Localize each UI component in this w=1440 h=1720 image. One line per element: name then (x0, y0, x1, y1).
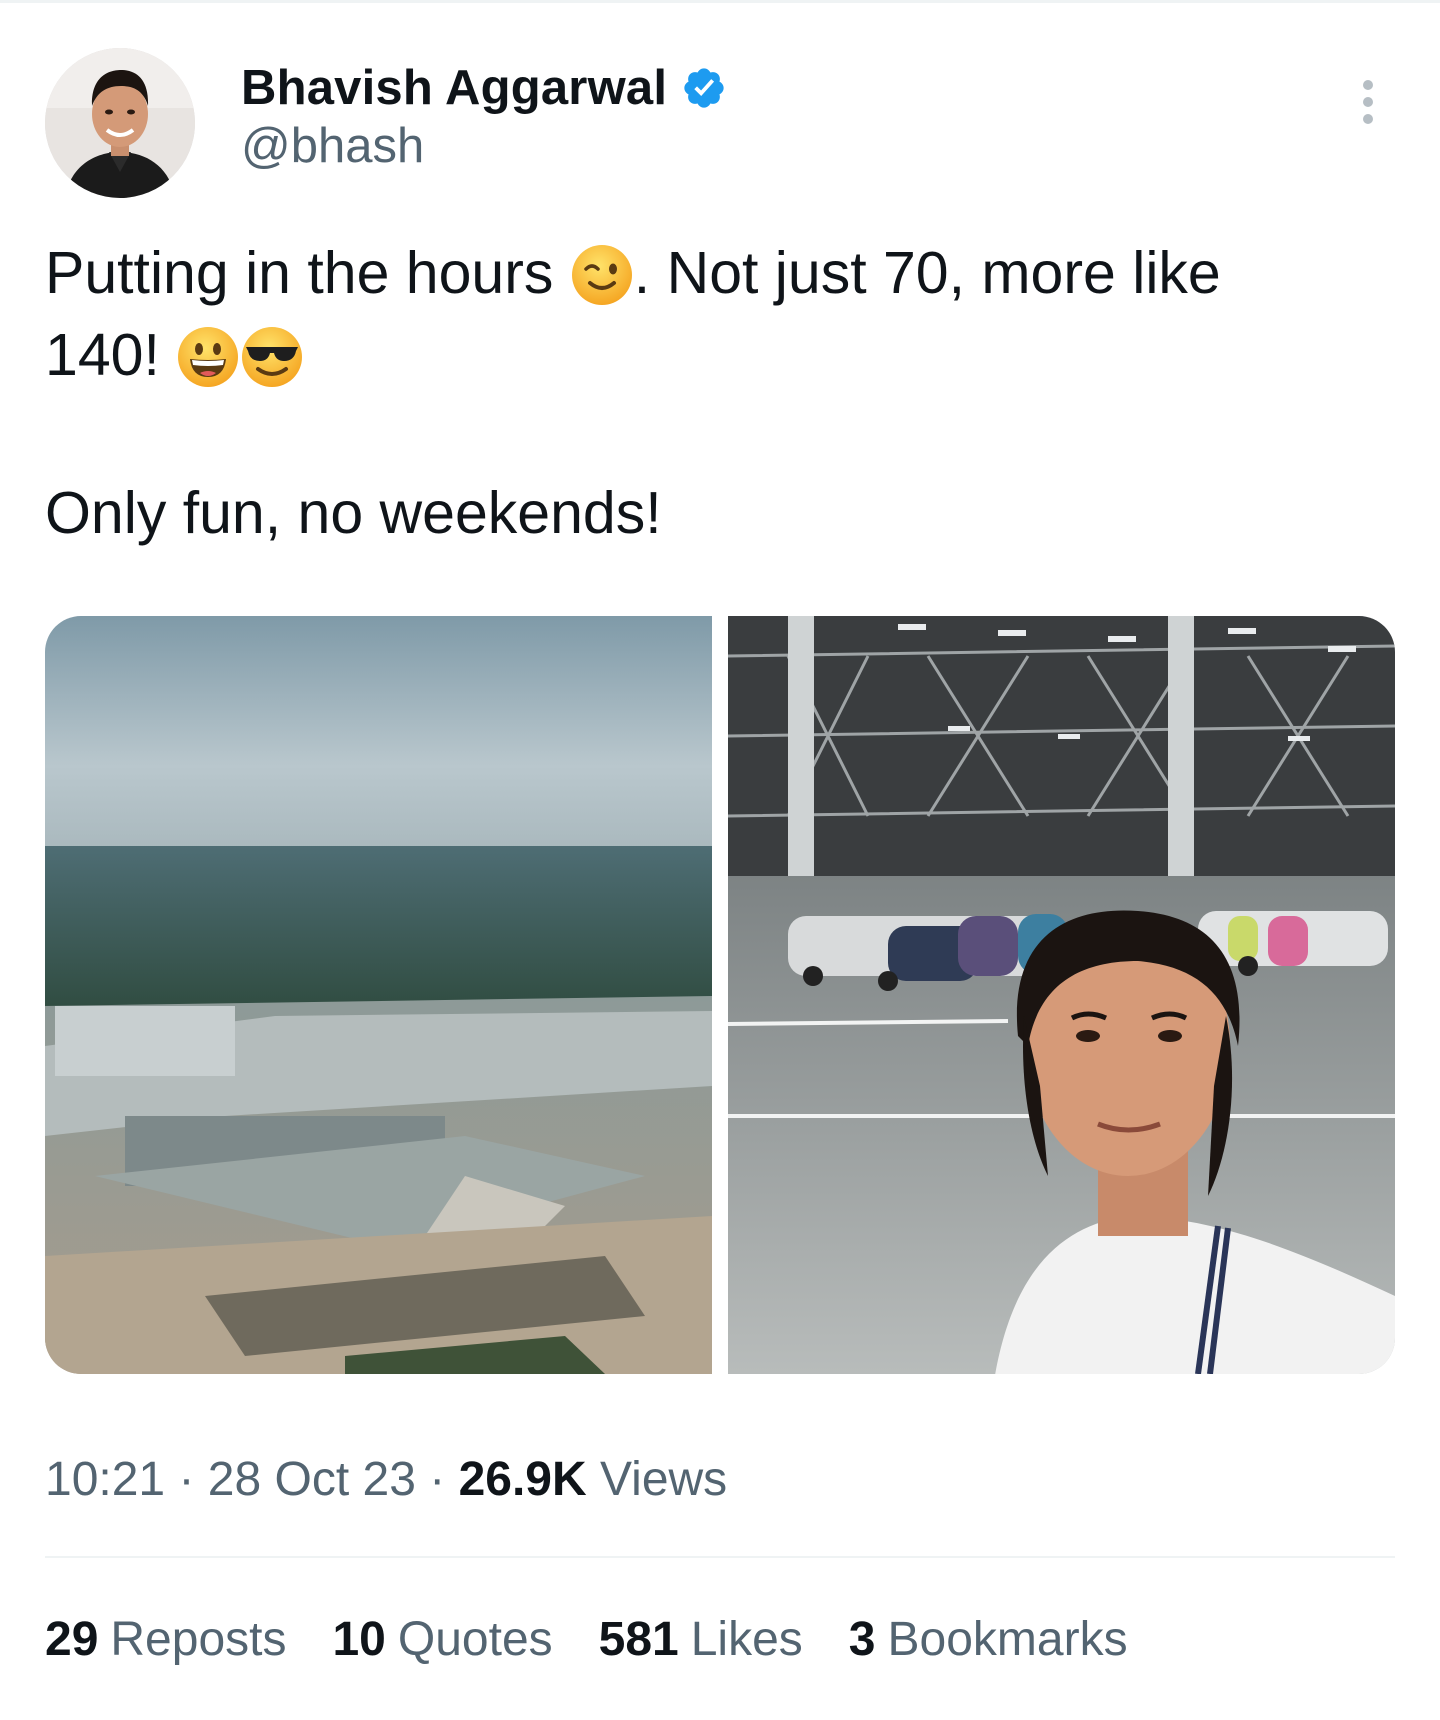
verified-badge-icon[interactable] (681, 65, 727, 111)
stat-count: 10 (332, 1613, 386, 1666)
tweet-time[interactable]: 10:21 (45, 1453, 165, 1506)
meta-separator: · (415, 1453, 459, 1506)
stat-label: Likes (690, 1613, 803, 1666)
stat-label: Quotes (397, 1613, 553, 1666)
tweet-date[interactable]: 28 Oct 23 (208, 1453, 416, 1506)
views-count: 26.9K (458, 1453, 587, 1506)
tweet-meta: 10:21 · 28 Oct 23 · 26.9K Views (45, 1452, 727, 1507)
stat-quotes[interactable]: 10 Quotes (332, 1612, 552, 1667)
tweet-text-line-2: 140! (45, 314, 1345, 396)
more-options-icon[interactable] (1356, 80, 1380, 134)
tweet-header: Bhavish Aggarwal @bhash (45, 48, 1395, 198)
author-block: Bhavish Aggarwal @bhash (241, 58, 727, 174)
stat-label: Reposts (110, 1613, 287, 1666)
tweet-text-part-1: Putting in the hours (45, 240, 554, 306)
meta-separator: · (165, 1453, 208, 1506)
author-name-row: Bhavish Aggarwal (241, 58, 727, 118)
tweet-text: Putting in the hours . Not just 70, more… (45, 232, 1345, 554)
stat-count: 29 (45, 1613, 99, 1666)
tweet-text-paragraph-2: Only fun, no weekends! (45, 480, 662, 546)
grinning-face-emoji (176, 325, 240, 389)
stat-reposts[interactable]: 29 Reposts (45, 1612, 286, 1667)
stat-count: 581 (598, 1613, 679, 1666)
author-display-name[interactable]: Bhavish Aggarwal (241, 60, 667, 116)
smiling-face-with-sunglasses-emoji (240, 325, 304, 389)
tweet-stats: 29 Reposts 10 Quotes 581 Likes 3 Bookmarks (45, 1612, 1174, 1667)
views-label: Views (600, 1453, 728, 1506)
media-photo-aerial-site[interactable] (45, 616, 712, 1374)
media-photo-factory-selfie[interactable] (728, 616, 1395, 1374)
stat-likes[interactable]: 581 Likes (599, 1612, 803, 1667)
tweet: Bhavish Aggarwal @bhash Putting in the h… (0, 0, 1440, 1720)
tweet-media (45, 616, 1395, 1374)
author-handle[interactable]: @bhash (241, 118, 727, 174)
tweet-text-part-2: . Not just 70, more like (633, 240, 1221, 306)
stat-bookmarks[interactable]: 3 Bookmarks (849, 1612, 1128, 1667)
stat-label: Bookmarks (887, 1613, 1128, 1666)
avatar[interactable] (45, 48, 195, 198)
tweet-text-line-1: Putting in the hours . Not just 70, more… (45, 232, 1345, 314)
stat-count: 3 (848, 1613, 876, 1666)
tweet-text-part-3: 140! (45, 322, 160, 388)
winking-face-emoji (570, 243, 634, 307)
divider (45, 1556, 1395, 1558)
